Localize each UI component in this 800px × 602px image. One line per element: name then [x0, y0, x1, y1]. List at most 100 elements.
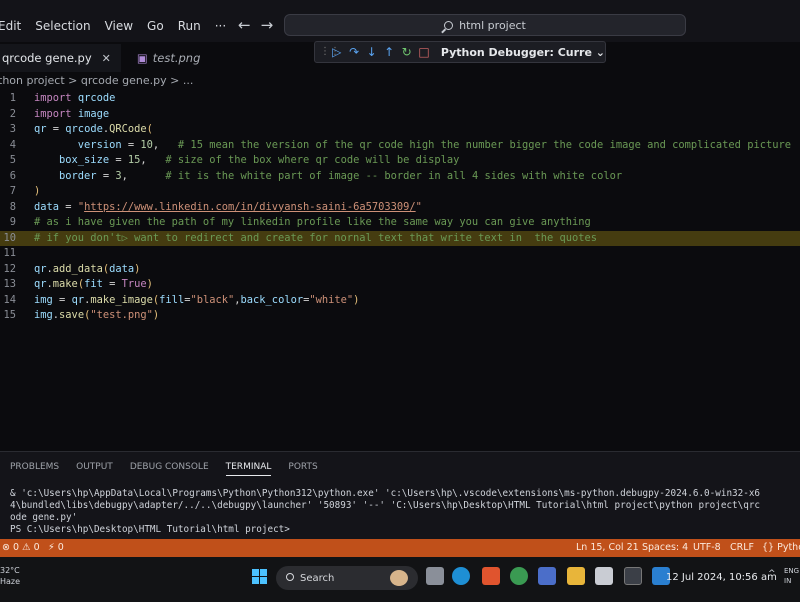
step-over-icon[interactable]: ↷	[345, 45, 362, 59]
menu-run[interactable]: Run	[178, 19, 201, 33]
problems-status[interactable]: ⊗ 0 ⚠ 0	[2, 542, 40, 553]
code-token: make	[52, 278, 78, 290]
clock[interactable]: 12 Jul 2024, 10:56 am	[666, 572, 777, 583]
line-number[interactable]: 11	[0, 246, 16, 261]
code-line[interactable]: 1 import qrcode	[0, 91, 800, 106]
command-center-search[interactable]: html project	[284, 14, 686, 36]
title-bar: Edit Selection View Go Run ··· ←→ html p…	[0, 0, 800, 42]
tab-terminal[interactable]: TERMINAL	[225, 462, 272, 476]
breadcrumb[interactable]: thon project > qrcode gene.py > ...	[0, 74, 193, 87]
forward-arrow-icon[interactable]: →	[261, 16, 284, 34]
code-line[interactable]: 14 img = qr.make_image(fill="black",back_…	[0, 293, 800, 308]
indentation[interactable]: Spaces: 4	[642, 542, 688, 553]
tab-debug-console[interactable]: DEBUG CONSOLE	[130, 462, 209, 476]
code-token: QRCode	[109, 123, 147, 135]
terminal-line: & 'c:\Users\hp\AppData\Local\Programs\Py…	[10, 488, 761, 499]
line-number[interactable]: 7	[0, 184, 16, 199]
code-line[interactable]: 8 data = "https://www.linkedin.com/in/div…	[0, 200, 800, 215]
tab-problems[interactable]: PROBLEMS	[10, 462, 59, 476]
task-view-icon[interactable]	[426, 567, 444, 585]
code-line[interactable]: 9 # as i have given the path of my linked…	[0, 215, 800, 230]
line-number[interactable]: 5	[0, 153, 16, 168]
code-line[interactable]: 13 qr.make(fit = True)	[0, 277, 800, 292]
lang-bottom: IN	[784, 577, 792, 585]
weather-widget[interactable]: 32°C Haze	[0, 565, 20, 587]
bottom-panel: PROBLEMS OUTPUT DEBUG CONSOLE TERMINAL P…	[0, 451, 800, 539]
step-out-icon[interactable]: ↑	[380, 45, 397, 59]
menu-view[interactable]: View	[105, 19, 133, 33]
continue-icon[interactable]: ▷	[328, 45, 345, 59]
windows-start-icon[interactable]	[252, 569, 267, 584]
close-icon[interactable]: ✕	[102, 52, 111, 65]
code-text: box_size = 15, # size of the box where q…	[34, 153, 459, 168]
tab-output[interactable]: OUTPUT	[76, 462, 113, 476]
terminal-line: ode gene.py'	[10, 512, 78, 523]
language-mode[interactable]: {} Pytho	[762, 542, 800, 553]
taskbar: 32°C Haze Search 12 Jul 2024, 10:56 am ^…	[0, 557, 800, 602]
code-text: import qrcode	[34, 91, 115, 106]
line-number[interactable]: 12	[0, 262, 16, 277]
search-icon	[286, 573, 294, 581]
debug-config-select[interactable]: Python Debugger: Curre ⌄	[441, 46, 605, 59]
line-number[interactable]: 8	[0, 200, 16, 215]
code-line[interactable]: 11	[0, 246, 800, 261]
drag-handle-icon[interactable]: ⋮⋮	[320, 47, 340, 57]
terminal-output[interactable]: & 'c:\Users\hp\AppData\Local\Programs\Py…	[10, 488, 790, 536]
code-token: )	[134, 262, 141, 275]
code-line[interactable]: 12 qr.add_data(data)	[0, 262, 800, 277]
line-number[interactable]: 6	[0, 169, 16, 184]
line-number[interactable]: 14	[0, 293, 16, 308]
debug-toolbar: ⋮⋮ ▷ ↷ ↓ ↑ ↻ □ Python Debugger: Curre ⌄	[314, 41, 606, 63]
code-line[interactable]: 4 version = 10, # 15 mean the version of…	[0, 138, 800, 153]
code-line[interactable]: 7)	[0, 184, 800, 199]
line-number[interactable]: 15	[0, 308, 16, 323]
line-number[interactable]: 2	[0, 107, 16, 122]
restart-icon[interactable]: ↻	[398, 45, 415, 59]
editor-tabs: qrcode gene.py ✕ ▣ test.png	[0, 44, 210, 72]
terminal-app-icon[interactable]	[624, 567, 642, 585]
code-token: qrcode	[65, 123, 103, 135]
menu-edit[interactable]: Edit	[0, 19, 21, 33]
code-line[interactable]: 6 border = 3, # it is the white part of …	[0, 169, 800, 184]
line-ending[interactable]: CRLF	[730, 542, 754, 553]
line-number[interactable]: 4	[0, 138, 16, 153]
chrome-icon[interactable]	[510, 567, 528, 585]
code-editor[interactable]: 1 import qrcode 2 import image 3 qr = qrcode.…	[0, 90, 800, 450]
code-text: )	[34, 184, 40, 199]
edge-icon[interactable]	[452, 567, 470, 585]
code-token: import	[34, 92, 72, 104]
stop-icon[interactable]: □	[415, 45, 432, 59]
code-line[interactable]: 10 # if you don't▷ want to redirect and c…	[0, 230, 800, 246]
brave-icon[interactable]	[482, 567, 500, 585]
tab-ports[interactable]: PORTS	[288, 462, 317, 476]
line-number[interactable]: 1	[0, 91, 16, 106]
code-line[interactable]: 3 qr = qrcode.QRCode(	[0, 122, 800, 137]
code-token: save	[59, 309, 85, 321]
code-line[interactable]: 2 import image	[0, 107, 800, 122]
cursor-position[interactable]: Ln 15, Col 21	[576, 542, 639, 553]
code-line[interactable]: 15 img.save("test.png")	[0, 308, 800, 323]
line-number[interactable]: 10	[0, 231, 16, 246]
menu-go[interactable]: Go	[147, 19, 164, 33]
encoding[interactable]: UTF-8	[693, 542, 721, 553]
line-number[interactable]: 9	[0, 215, 16, 230]
tab-test-png[interactable]: ▣ test.png	[121, 44, 211, 72]
chevron-up-icon[interactable]: ^	[768, 569, 776, 579]
taskbar-search[interactable]: Search	[276, 566, 418, 590]
line-number[interactable]: 13	[0, 277, 16, 292]
search-highlight-icon	[390, 570, 408, 586]
tab-label: test.png	[152, 51, 201, 65]
code-line[interactable]: 5 box_size = 15, # size of the box where…	[0, 153, 800, 168]
step-into-icon[interactable]: ↓	[363, 45, 380, 59]
file-explorer-icon[interactable]	[567, 567, 585, 585]
line-number[interactable]: 3	[0, 122, 16, 137]
back-arrow-icon[interactable]: ←	[238, 16, 261, 34]
teams-icon[interactable]	[538, 567, 556, 585]
tab-qrcode-gene[interactable]: qrcode gene.py ✕	[0, 44, 121, 72]
language-indicator[interactable]: ENG IN	[784, 566, 799, 586]
menu-selection[interactable]: Selection	[35, 19, 90, 33]
ports-status[interactable]: ⚡ 0	[48, 542, 64, 553]
store-icon[interactable]	[595, 567, 613, 585]
menu-more[interactable]: ···	[215, 19, 226, 33]
terminal-prompt: PS C:\Users\hp\Desktop\HTML Tutorial\htm…	[10, 524, 290, 535]
